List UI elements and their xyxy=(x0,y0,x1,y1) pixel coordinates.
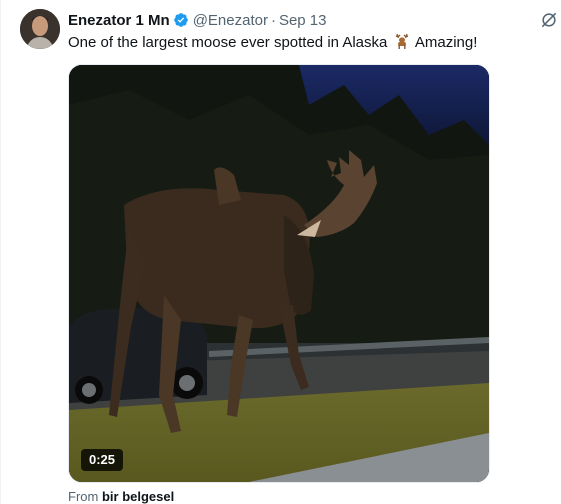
video-frame xyxy=(69,65,489,482)
author-avatar[interactable] xyxy=(20,9,60,49)
source-prefix: From xyxy=(68,489,99,504)
source-link[interactable]: bir belgesel xyxy=(102,489,174,504)
media-source-attribution: From bir belgesel xyxy=(68,489,174,504)
video-duration-badge: 0:25 xyxy=(81,449,124,471)
video-player[interactable]: 0:25 xyxy=(68,64,490,483)
author-name[interactable]: Enezator 1 Mn xyxy=(68,12,170,29)
separator-dot: · xyxy=(270,11,276,29)
tweet-text-main: One of the largest moose ever spotted in… xyxy=(68,34,388,51)
verified-badge-icon xyxy=(173,12,189,28)
tweet-text-suffix: Amazing! xyxy=(414,34,478,51)
tweet-text: One of the largest moose ever spotted in… xyxy=(68,32,477,53)
timeline-divider xyxy=(0,0,1,504)
grok-icon[interactable] xyxy=(539,10,559,30)
deer-emoji-icon xyxy=(393,32,411,50)
tweet-date[interactable]: Sep 13 xyxy=(279,12,327,29)
tweet-header: Enezator 1 Mn @Enezator · Sep 13 xyxy=(68,10,327,30)
author-handle[interactable]: @Enezator xyxy=(193,12,268,29)
